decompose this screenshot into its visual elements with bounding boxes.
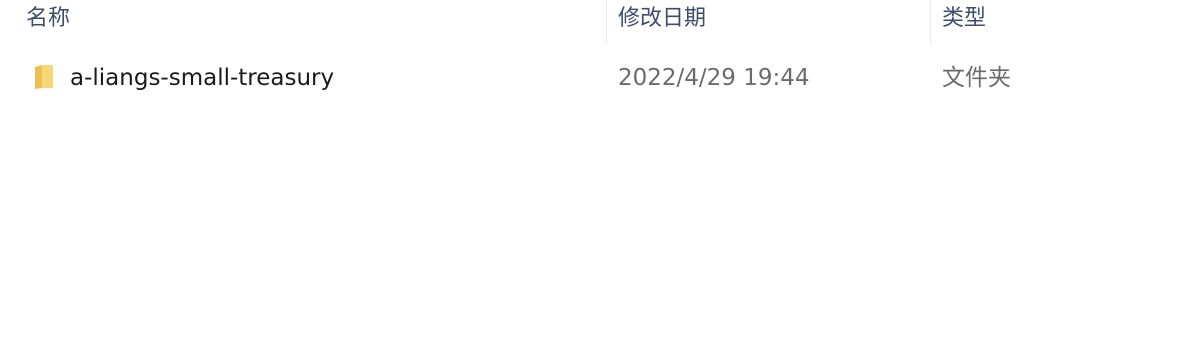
file-type: 文件夹	[942, 65, 1011, 91]
column-divider[interactable]	[606, 0, 607, 44]
column-header-name-label: 名称	[26, 6, 71, 31]
column-header-bar: 名称 修改日期 类型	[0, 0, 1183, 44]
file-list: 名称 修改日期 类型 a-liangs-small-treasury 2022/…	[0, 0, 1183, 358]
column-header-name[interactable]: 名称	[26, 0, 604, 44]
folder-icon	[34, 64, 54, 90]
column-header-type-label: 类型	[942, 6, 987, 31]
column-header-type[interactable]: 类型	[942, 0, 1172, 44]
file-row[interactable]: a-liangs-small-treasury 2022/4/29 19:44 …	[22, 56, 1172, 100]
file-modified-date: 2022/4/29 19:44	[618, 65, 810, 91]
file-name: a-liangs-small-treasury	[70, 65, 335, 91]
column-header-modified[interactable]: 修改日期	[618, 0, 928, 44]
column-header-modified-label: 修改日期	[618, 6, 707, 31]
column-divider[interactable]	[930, 0, 931, 44]
